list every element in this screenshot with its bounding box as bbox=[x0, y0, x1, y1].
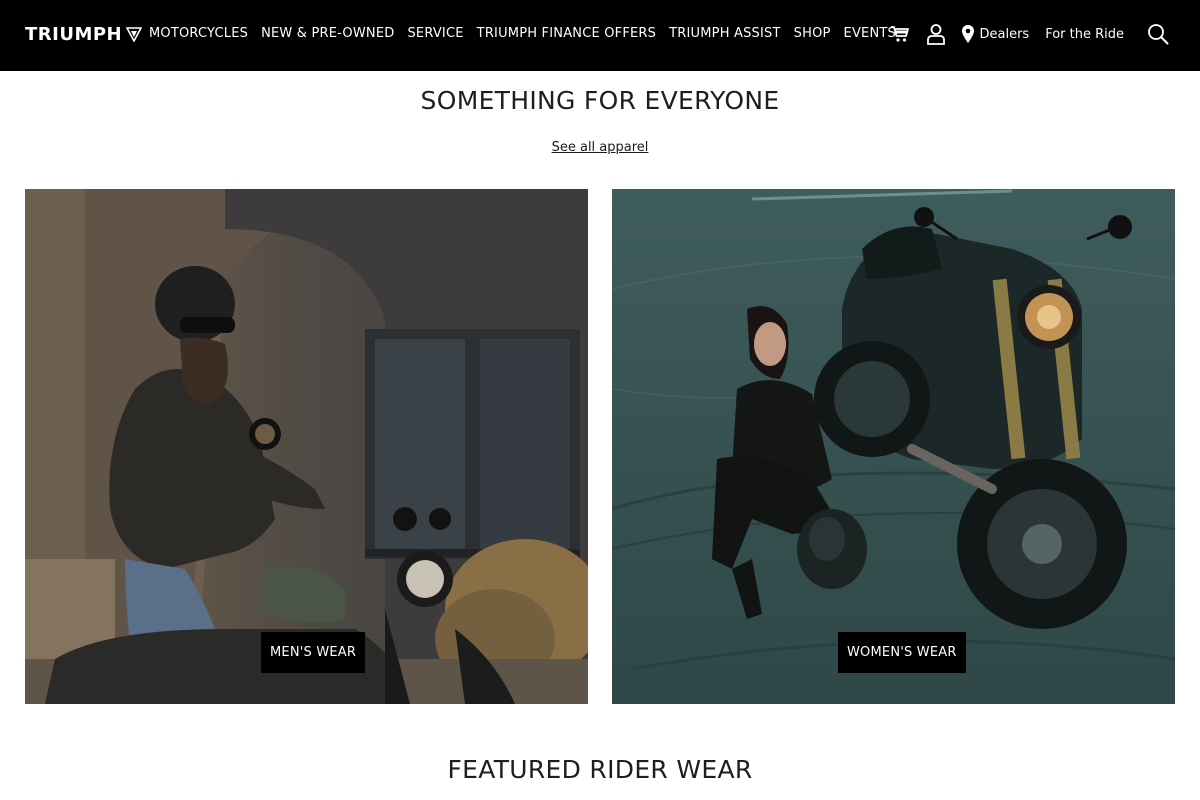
mens-wear-label[interactable]: MEN'S WEAR bbox=[261, 632, 366, 673]
womens-wear-image bbox=[612, 189, 1175, 704]
nav-link-triumph-assist[interactable]: TRIUMPH ASSIST bbox=[669, 26, 781, 41]
womens-wear-label[interactable]: WOMEN'S WEAR bbox=[838, 632, 966, 673]
logo-text: TRIUMPH bbox=[25, 23, 123, 45]
womens-wear-tile[interactable]: WOMEN'S WEAR bbox=[612, 189, 1175, 704]
cart-icon[interactable] bbox=[889, 22, 911, 46]
map-pin-icon bbox=[962, 25, 975, 43]
nav-utilities: Dealers For the Ride bbox=[875, 22, 1170, 46]
main-nav-links: MOTORCYCLES NEW & PRE-OWNED SERVICE TRIU… bbox=[149, 26, 909, 41]
logo-shield-icon bbox=[126, 27, 143, 42]
nav-link-service[interactable]: SERVICE bbox=[407, 26, 463, 41]
nav-link-motorcycles[interactable]: MOTORCYCLES bbox=[149, 26, 248, 41]
top-navigation: TRIUMPH MOTORCYCLES NEW & PRE-OWNED SERV… bbox=[0, 0, 1200, 71]
triumph-logo[interactable]: TRIUMPH bbox=[25, 20, 143, 48]
user-icon[interactable] bbox=[925, 22, 947, 46]
nav-link-shop[interactable]: SHOP bbox=[794, 26, 831, 41]
featured-rider-wear-title: FEATURED RIDER WEAR bbox=[447, 755, 753, 784]
for-the-ride-link[interactable]: For the Ride bbox=[1045, 27, 1124, 42]
dealers-label: Dealers bbox=[979, 26, 1030, 42]
section-title: SOMETHING FOR EVERYONE bbox=[420, 86, 780, 115]
mens-wear-image bbox=[25, 189, 588, 704]
see-all-wrapper: See all apparel bbox=[0, 138, 1200, 156]
nav-link-new-pre-owned[interactable]: NEW & PRE-OWNED bbox=[261, 26, 394, 41]
mens-wear-tile[interactable]: MEN'S WEAR bbox=[25, 189, 588, 704]
search-icon[interactable] bbox=[1146, 22, 1170, 46]
nav-link-finance-offers[interactable]: TRIUMPH FINANCE OFFERS bbox=[477, 26, 656, 41]
dealers-link[interactable]: Dealers bbox=[961, 24, 1029, 44]
see-all-apparel-link[interactable]: See all apparel bbox=[552, 140, 649, 155]
